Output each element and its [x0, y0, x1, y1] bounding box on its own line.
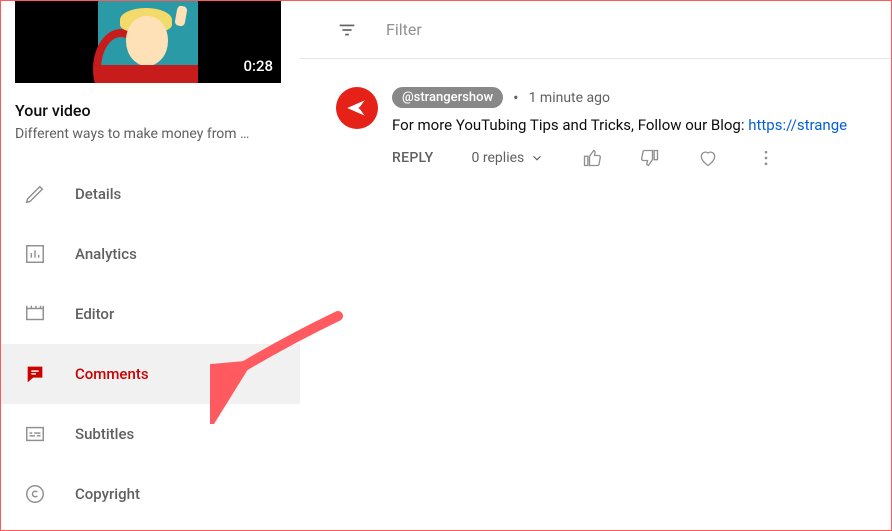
comment-link[interactable]: https://strange — [748, 116, 847, 134]
sidebar-item-analytics[interactable]: Analytics — [1, 224, 300, 284]
author-handle-pill[interactable]: @strangershow — [392, 87, 503, 108]
video-thumbnail[interactable]: 0:28 — [15, 1, 281, 83]
sidebar-item-label: Editor — [75, 305, 114, 323]
replies-toggle[interactable]: 0 replies — [472, 150, 545, 166]
thumbs-down-icon[interactable] — [640, 148, 660, 168]
sidebar-item-comments[interactable]: Comments — [1, 344, 300, 404]
video-meta: Your video Different ways to make money … — [1, 83, 300, 150]
comment-actions: REPLY 0 replies — [392, 148, 891, 168]
app-frame: 0:28 Your video Different ways to make m… — [0, 0, 892, 531]
comment-avatar[interactable] — [336, 87, 378, 129]
comment-time: 1 minute ago — [529, 90, 610, 106]
copyright-icon — [23, 482, 47, 506]
subtitles-icon — [23, 422, 47, 446]
comment-text-content: For more YouTubing Tips and Tricks, Foll… — [392, 116, 748, 134]
comment-body: @strangershow • 1 minute ago For more Yo… — [392, 87, 891, 168]
chevron-down-icon — [530, 151, 544, 165]
main-panel: Filter @strangershow • 1 minute ago For … — [300, 1, 891, 530]
sidebar-item-label: Analytics — [75, 245, 137, 263]
filter-icon[interactable] — [336, 19, 358, 41]
video-duration: 0:28 — [243, 57, 273, 75]
sidebar-nav: Details Analytics Editor Comments — [1, 164, 300, 524]
pencil-icon — [23, 182, 47, 206]
replies-count-label: 0 replies — [472, 150, 525, 166]
comment-row: @strangershow • 1 minute ago For more Yo… — [300, 59, 891, 168]
sidebar-item-label: Comments — [75, 365, 149, 383]
thumbs-up-icon[interactable] — [582, 148, 602, 168]
editor-icon — [23, 302, 47, 326]
sidebar-item-label: Copyright — [75, 485, 140, 503]
video-thumbnail-area: 0:28 — [1, 1, 300, 83]
comments-icon — [23, 362, 47, 386]
video-title: Different ways to make money from … — [15, 126, 286, 142]
sidebar-item-copyright[interactable]: Copyright — [1, 464, 300, 524]
comment-text: For more YouTubing Tips and Tricks, Foll… — [392, 116, 891, 134]
filter-bar: Filter — [300, 1, 891, 59]
sidebar-item-details[interactable]: Details — [1, 164, 300, 224]
sidebar-item-label: Subtitles — [75, 425, 134, 443]
sidebar-item-label: Details — [75, 185, 121, 203]
heart-icon[interactable] — [698, 148, 718, 168]
filter-label[interactable]: Filter — [386, 20, 422, 39]
sidebar-heading: Your video — [15, 101, 286, 120]
more-icon[interactable] — [756, 148, 776, 168]
separator-dot: • — [513, 88, 518, 107]
sidebar: 0:28 Your video Different ways to make m… — [1, 1, 300, 530]
analytics-icon — [23, 242, 47, 266]
sidebar-item-editor[interactable]: Editor — [1, 284, 300, 344]
reply-button[interactable]: REPLY — [392, 150, 434, 166]
comment-header: @strangershow • 1 minute ago — [392, 87, 891, 108]
sidebar-item-subtitles[interactable]: Subtitles — [1, 404, 300, 464]
